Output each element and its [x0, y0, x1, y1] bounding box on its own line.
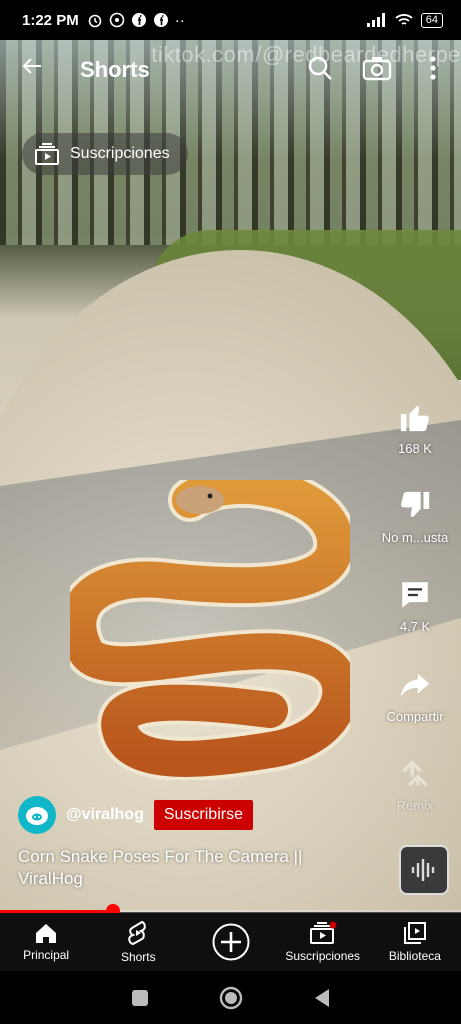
snake-image [70, 480, 350, 780]
nav-label: Principal [23, 948, 70, 962]
nav-item-create[interactable] [184, 913, 276, 971]
comments-button[interactable]: 4.7 K [369, 578, 461, 634]
nav-label: Biblioteca [388, 949, 441, 963]
facebook-icon [131, 13, 146, 27]
remix-label: Remix [396, 798, 434, 813]
subscriptions-icon [309, 921, 337, 944]
status-bar: 1:22 PM ·· 64 [0, 0, 461, 40]
remix-button[interactable]: Remix [369, 757, 461, 813]
channel-handle[interactable]: @viralhog [66, 806, 144, 824]
home-circle-icon[interactable] [219, 986, 243, 1010]
like-count: 168 K [398, 441, 432, 456]
thumbs-up-icon [400, 406, 429, 432]
alarm-icon [88, 14, 102, 28]
comment-count: 4.7 K [399, 619, 431, 634]
channel-row: @viralhog Suscribirse [18, 796, 253, 834]
battery-indicator: 64 [420, 12, 443, 28]
share-button[interactable]: Compartir [369, 668, 461, 724]
recents-square-icon[interactable] [131, 989, 149, 1007]
bottom-navigation: Principal Shorts Suscripciones Bibliotec… [0, 913, 461, 971]
video-title[interactable]: Corn Snake Poses For The Camera || Viral… [18, 846, 348, 890]
audio-waveform-icon [411, 859, 435, 881]
camera-icon[interactable] [362, 54, 392, 82]
thumbs-down-icon [401, 491, 430, 517]
wifi-icon [395, 14, 413, 25]
home-icon [36, 924, 57, 943]
more-vertical-icon[interactable] [428, 54, 438, 82]
create-plus-icon [212, 923, 249, 961]
nav-item-principal[interactable]: Principal [0, 913, 92, 971]
like-button[interactable]: 168 K [369, 400, 461, 456]
subscriptions-chip[interactable]: Suscripciones [22, 133, 188, 175]
library-icon [403, 922, 426, 944]
comment-icon [402, 582, 428, 608]
nav-label: Suscripciones [285, 949, 361, 963]
back-arrow-icon[interactable] [20, 54, 44, 78]
remix-icon [402, 760, 428, 787]
sound-button[interactable] [399, 845, 449, 895]
pig-logo-icon [26, 807, 48, 825]
share-label: Compartir [386, 709, 444, 724]
share-icon [400, 673, 430, 697]
signal-icon [366, 13, 385, 27]
dislike-button[interactable]: No m...usta [369, 489, 461, 545]
nav-item-suscripciones[interactable]: Suscripciones [277, 913, 369, 971]
whatsapp-icon [109, 12, 125, 28]
top-bar: Shorts [0, 40, 461, 100]
dislike-label: No m...usta [381, 530, 449, 545]
page-title: Shorts [80, 57, 150, 82]
nav-label: Shorts [120, 950, 156, 964]
nav-item-shorts[interactable]: Shorts [92, 913, 184, 971]
more-dots-icon: ·· [174, 11, 185, 29]
subscriptions-chip-label: Suscripciones [70, 145, 170, 162]
system-navigation-bar [0, 971, 461, 1024]
shorts-icon [128, 920, 147, 946]
subscribe-button[interactable]: Suscribirse [153, 800, 253, 830]
nav-item-biblioteca[interactable]: Biblioteca [369, 913, 461, 971]
subscriptions-icon [35, 143, 59, 165]
status-time: 1:22 PM [22, 11, 79, 29]
back-triangle-icon[interactable] [313, 988, 331, 1008]
channel-avatar[interactable] [18, 796, 56, 834]
facebook-icon [153, 13, 168, 27]
search-icon[interactable] [306, 54, 334, 82]
